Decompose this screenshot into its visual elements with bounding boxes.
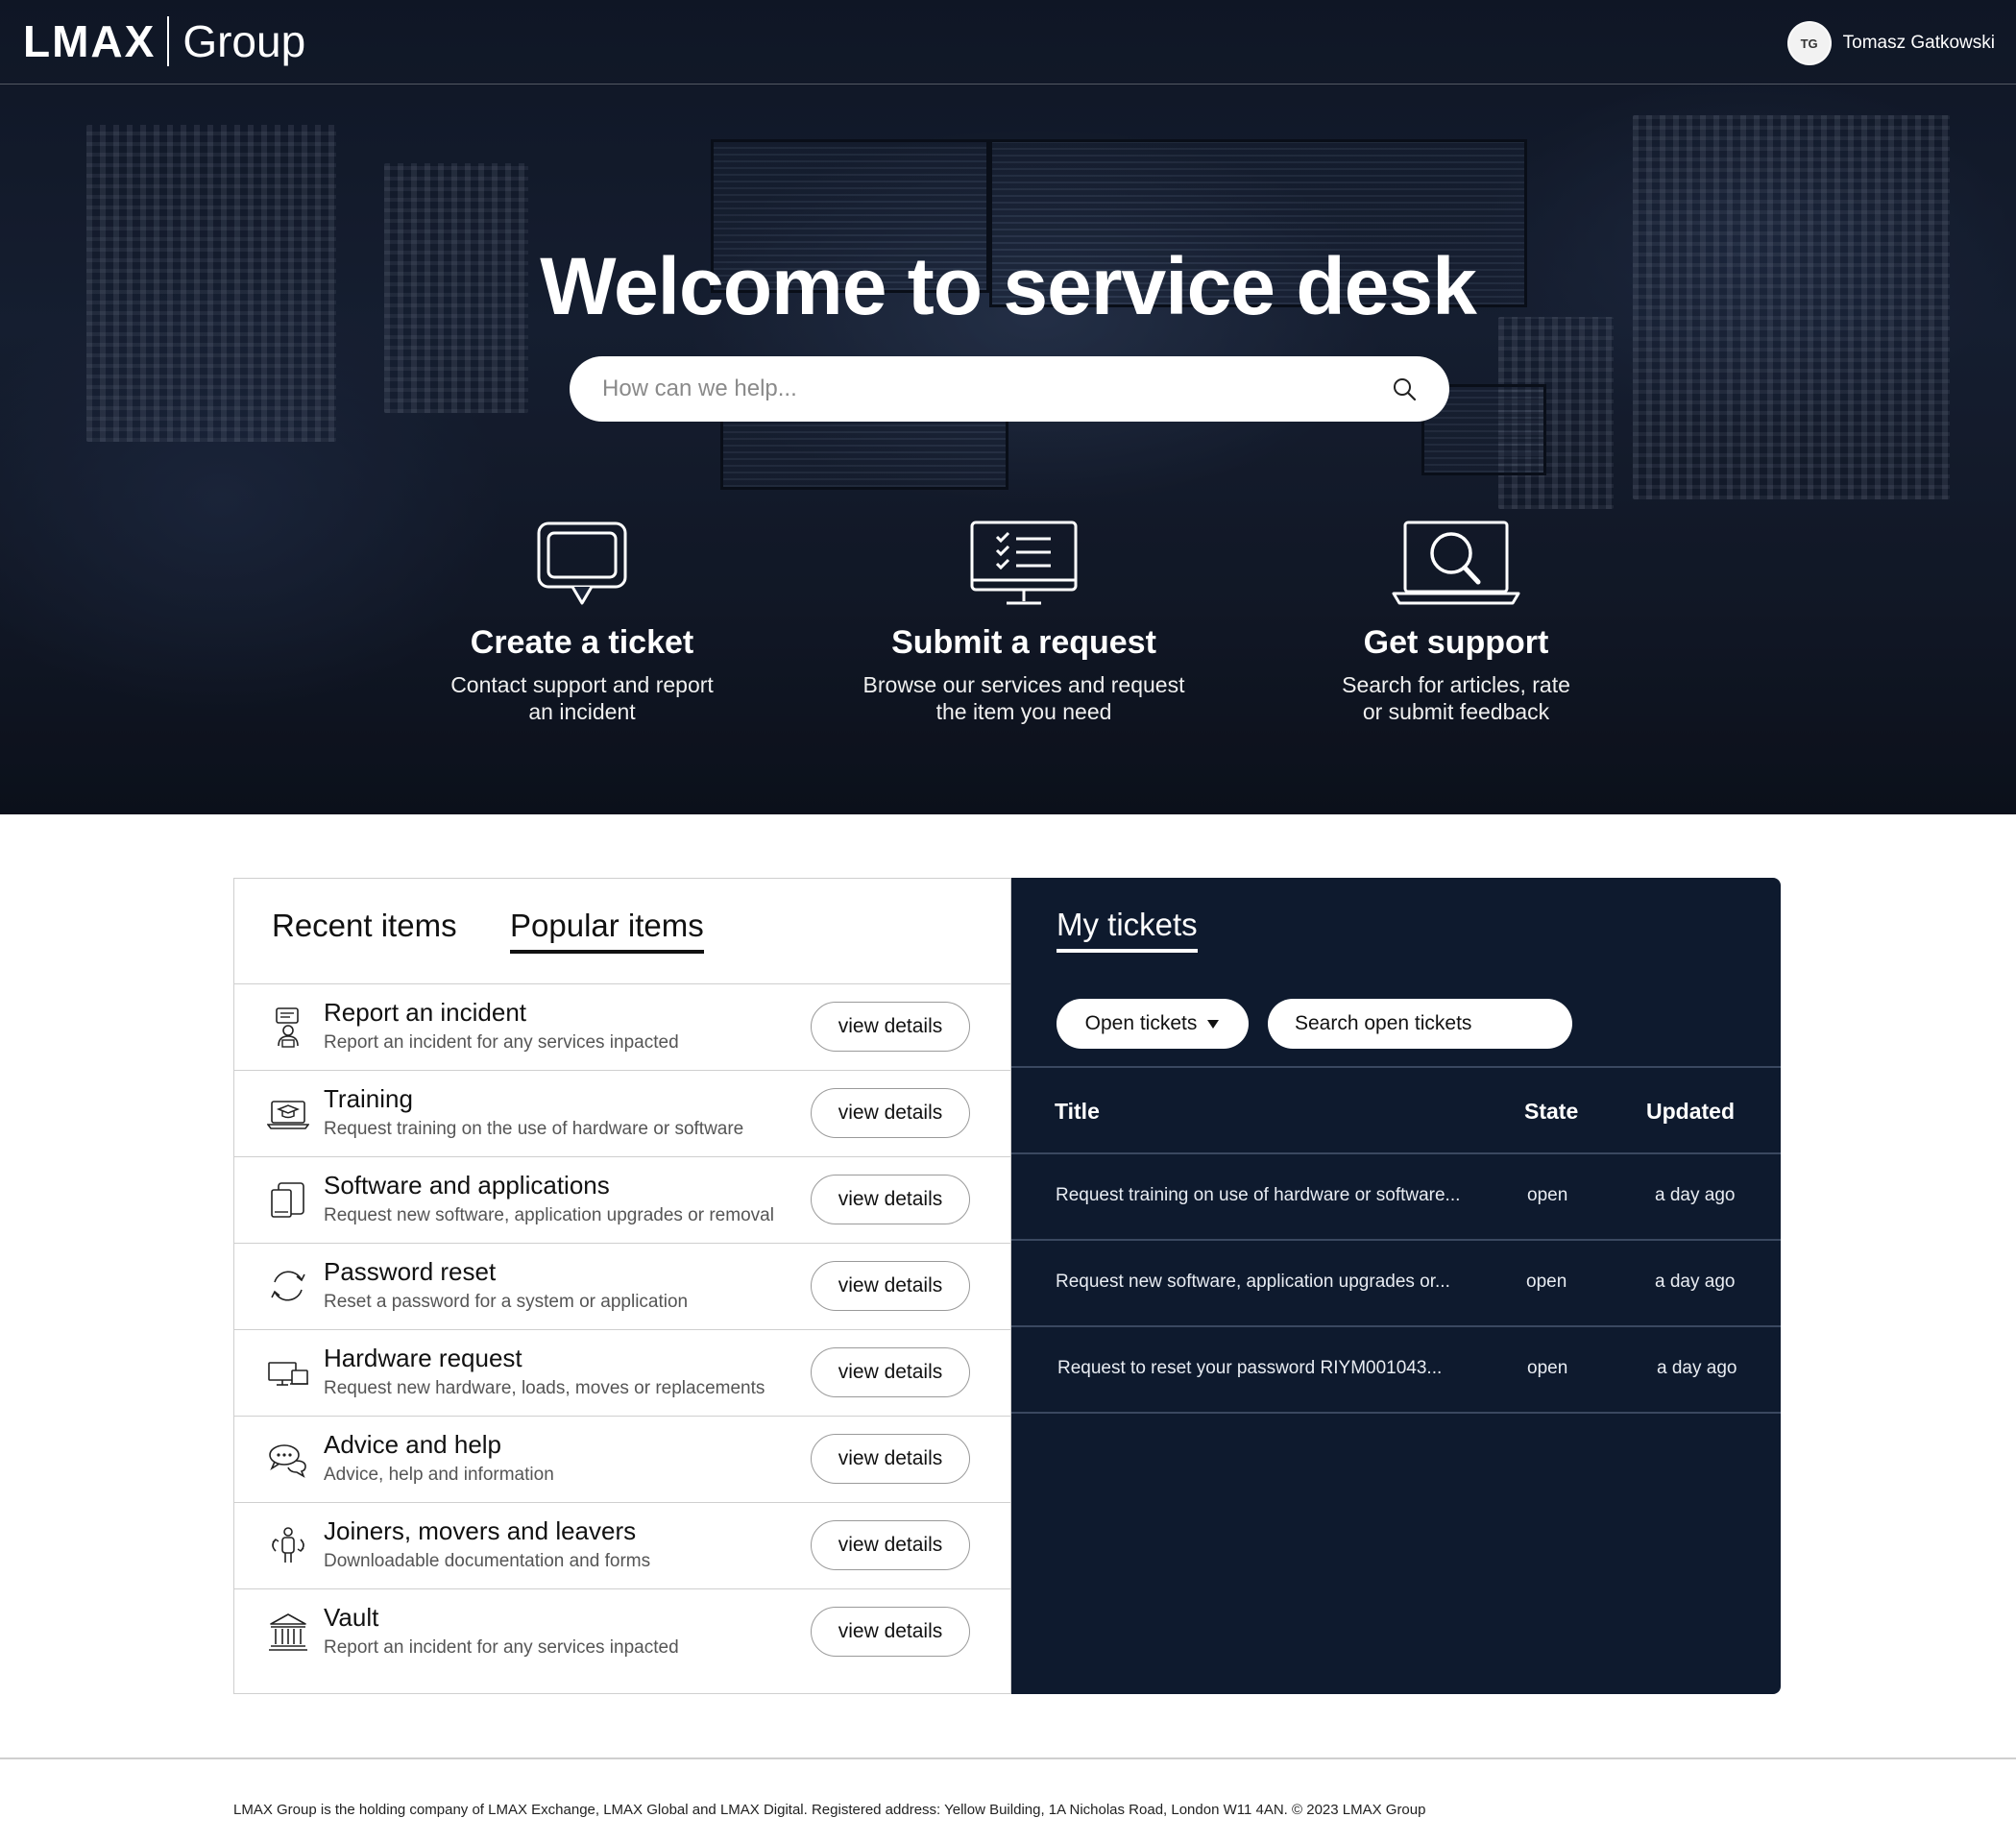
item-description: Request training on the use of hardware …	[324, 1119, 744, 1139]
lmax-group-logo[interactable]: LMAX Group	[23, 13, 305, 69]
items-panel: Recent items Popular items Report an inc…	[233, 878, 1011, 1694]
person-movement-icon	[272, 1527, 304, 1563]
item-title: Hardware request	[324, 1344, 522, 1372]
item-title: Training	[324, 1084, 413, 1113]
item-title: Password reset	[324, 1257, 497, 1286]
view-details-button[interactable]: view details	[811, 1607, 970, 1657]
chat-bubble-icon	[537, 521, 627, 605]
item-description: Report an incident for any services inpa…	[324, 1032, 679, 1053]
logo-brand: LMAX	[23, 16, 157, 66]
logo-divider	[167, 16, 170, 66]
view-details-button[interactable]: view details	[811, 1434, 970, 1484]
top-navbar: LMAX Group TG Tomasz Gatkowski	[0, 0, 2016, 85]
list-item-training[interactable]: Training Request training on the use of …	[234, 1071, 1010, 1157]
hero-search-input[interactable]	[602, 376, 1392, 402]
table-row[interactable]: Request training on use of hardware or s…	[1011, 1154, 1781, 1241]
tab-my-tickets[interactable]: My tickets	[1057, 907, 1198, 953]
list-item-vault[interactable]: Vault Report an incident for any service…	[234, 1589, 1010, 1676]
table-row[interactable]: Request to reset your password RIYM00104…	[1011, 1327, 1781, 1414]
ticket-updated: a day ago	[1655, 1185, 1736, 1205]
open-tickets-dropdown[interactable]: Open tickets	[1057, 999, 1249, 1049]
tab-popular-items[interactable]: Popular items	[510, 908, 704, 954]
page-footer: LMAX Group is the holding company of LMA…	[0, 1757, 2016, 1842]
search-icon[interactable]	[1392, 376, 1417, 401]
view-details-button[interactable]: view details	[811, 1088, 970, 1138]
column-updated[interactable]: Updated	[1646, 1099, 1735, 1125]
create-ticket-desc-line1: Contact support and report	[450, 672, 714, 697]
item-title: Vault	[324, 1603, 379, 1632]
list-item-advice-help[interactable]: Advice and help Advice, help and informa…	[234, 1417, 1010, 1503]
avatar[interactable]: TG	[1786, 21, 1832, 65]
list-item-report-incident[interactable]: Report an incident Report an incident fo…	[234, 984, 1010, 1071]
item-description: Downloadable documentation and forms	[324, 1551, 651, 1571]
ticket-state: open	[1527, 1358, 1568, 1378]
ticket-state: open	[1527, 1185, 1568, 1205]
submit-request-title: Submit a request	[891, 624, 1156, 661]
training-laptop-icon	[267, 1101, 309, 1129]
footer-text: LMAX Group is the holding company of LMA…	[233, 1802, 1426, 1818]
item-description: Report an incident for any services inpa…	[324, 1637, 679, 1658]
software-devices-icon	[271, 1182, 304, 1218]
view-details-button[interactable]: view details	[811, 1175, 970, 1224]
ticket-updated: a day ago	[1657, 1358, 1737, 1378]
caret-down-icon	[1207, 1020, 1220, 1029]
page-title: Welcome to service desk	[540, 241, 1477, 331]
hero-search-bar[interactable]	[570, 356, 1449, 422]
tickets-table-header: Title State Updated	[1011, 1068, 1781, 1154]
submit-request-desc-line2: the item you need	[935, 699, 1112, 724]
list-item-hardware-request[interactable]: Hardware request Request new hardware, l…	[234, 1330, 1010, 1417]
column-title[interactable]: Title	[1055, 1099, 1100, 1125]
main-panel: Recent items Popular items Report an inc…	[233, 878, 1781, 1694]
hero-banner: LMAX Group TG Tomasz Gatkowski Welcome t…	[0, 0, 2016, 814]
item-title: Report an incident	[324, 998, 527, 1027]
table-row[interactable]: Request new software, application upgrad…	[1011, 1241, 1781, 1327]
incident-report-icon	[276, 1007, 299, 1048]
item-description: Advice, help and information	[324, 1465, 554, 1485]
create-ticket-desc-line2: an incident	[528, 699, 636, 724]
refresh-icon	[271, 1271, 305, 1301]
ticket-title[interactable]: Request to reset your password RIYM00104…	[1057, 1358, 1442, 1379]
ticket-title[interactable]: Request new software, application upgrad…	[1056, 1272, 1450, 1293]
user-menu[interactable]: TG Tomasz Gatkowski	[1786, 21, 1995, 65]
ticket-updated: a day ago	[1655, 1272, 1736, 1292]
view-details-button[interactable]: view details	[811, 1520, 970, 1570]
ticket-title[interactable]: Request training on use of hardware or s…	[1056, 1185, 1460, 1206]
checklist-monitor-icon	[970, 521, 1078, 605]
get-support-desc-line1: Search for articles, rate	[1342, 672, 1570, 697]
create-ticket-action[interactable]: Create a ticket Contact support and repo…	[409, 519, 755, 725]
get-support-action[interactable]: Get support Search for articles, rate or…	[1283, 519, 1629, 725]
bank-icon	[269, 1613, 307, 1651]
logo-group: Group	[182, 16, 306, 66]
get-support-title: Get support	[1363, 624, 1549, 661]
hardware-devices-icon	[268, 1362, 308, 1386]
get-support-desc-line2: or submit feedback	[1362, 699, 1550, 724]
create-ticket-title: Create a ticket	[470, 624, 694, 661]
ticket-search-input[interactable]	[1295, 1012, 1555, 1035]
tab-recent-items[interactable]: Recent items	[272, 908, 457, 950]
item-title: Advice and help	[324, 1430, 502, 1459]
submit-request-desc-line1: Browse our services and request	[862, 672, 1185, 697]
chat-icon	[269, 1444, 306, 1478]
filter-label: Open tickets	[1084, 1012, 1198, 1034]
submit-request-action[interactable]: Submit a request Browse our services and…	[851, 519, 1197, 725]
view-details-button[interactable]: view details	[811, 1002, 970, 1052]
laptop-search-icon	[1392, 521, 1520, 605]
ticket-search-bar[interactable]	[1268, 999, 1572, 1049]
item-description: Request new hardware, loads, moves or re…	[324, 1378, 765, 1398]
item-description: Request new software, application upgrad…	[324, 1205, 774, 1225]
item-title: Joiners, movers and leavers	[324, 1516, 637, 1545]
list-item-joiners-movers-leavers[interactable]: Joiners, movers and leavers Downloadable…	[234, 1503, 1010, 1589]
column-state[interactable]: State	[1524, 1099, 1578, 1125]
items-tabs: Recent items Popular items	[234, 879, 1010, 984]
view-details-button[interactable]: view details	[811, 1347, 970, 1397]
tickets-header: My tickets Open tickets	[1011, 878, 1781, 1068]
ticket-state: open	[1526, 1272, 1567, 1292]
list-item-software[interactable]: Software and applications Request new so…	[234, 1157, 1010, 1244]
list-item-password-reset[interactable]: Password reset Reset a password for a sy…	[234, 1244, 1010, 1330]
my-tickets-panel: My tickets Open tickets Title State Upda…	[1011, 878, 1781, 1694]
item-description: Reset a password for a system or applica…	[324, 1292, 689, 1312]
view-details-button[interactable]: view details	[811, 1261, 970, 1311]
item-title: Software and applications	[324, 1171, 610, 1200]
user-name[interactable]: Tomasz Gatkowski	[1843, 33, 1995, 54]
